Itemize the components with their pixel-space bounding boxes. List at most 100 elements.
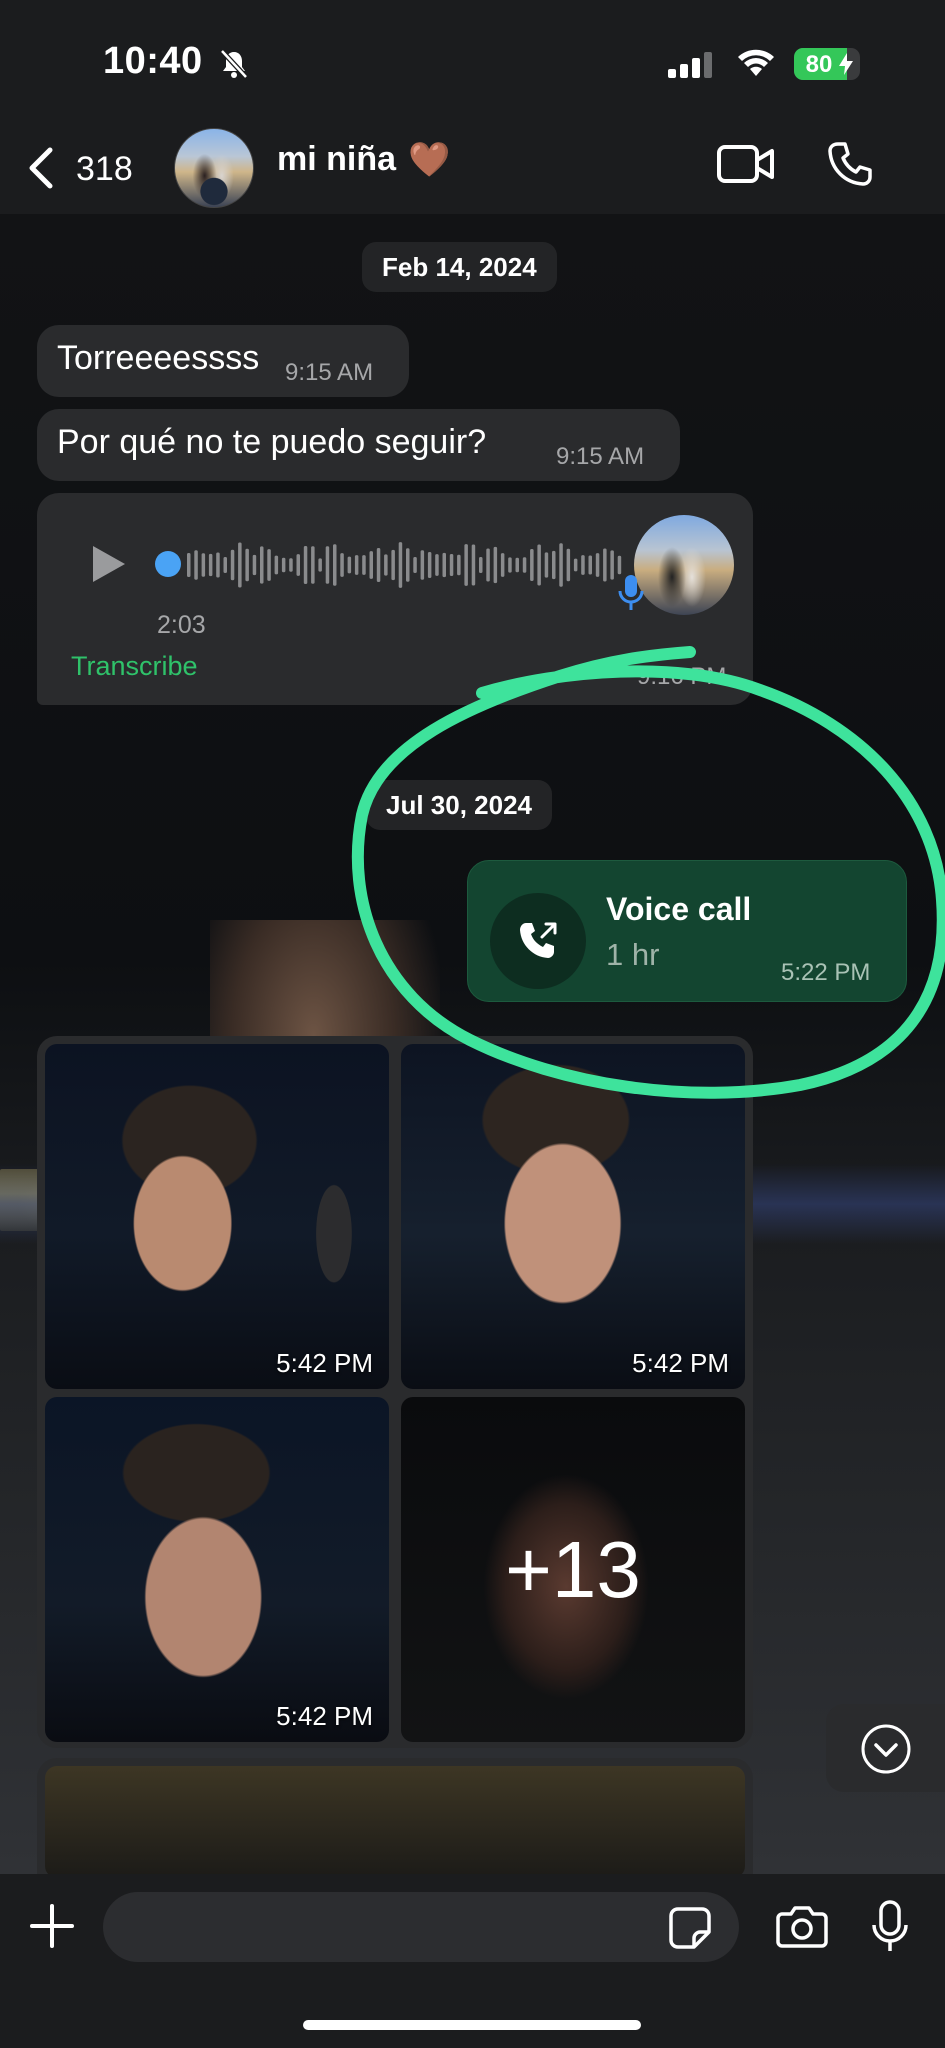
playback-scrubber[interactable] bbox=[155, 551, 181, 577]
waveform-bar bbox=[267, 549, 271, 581]
unread-count: 318 bbox=[76, 150, 133, 188]
voice-message-bubble[interactable]: 2:03 Transcribe 9:16 PM bbox=[37, 493, 753, 705]
waveform-bar bbox=[573, 558, 578, 572]
message-bubble[interactable]: Por qué no te puedo seguir? 9:15 AM bbox=[37, 409, 680, 481]
play-button[interactable] bbox=[89, 543, 129, 590]
chevron-down-circle-icon bbox=[860, 1723, 912, 1780]
battery-percent: 80 bbox=[805, 51, 833, 78]
photo-thumbnail[interactable]: 5:42 PM bbox=[45, 1397, 389, 1742]
voice-duration: 2:03 bbox=[157, 611, 206, 639]
voice-call-bubble[interactable]: Voice call 1 hr 5:22 PM bbox=[467, 860, 907, 1002]
contact-name[interactable]: mi niña bbox=[277, 140, 396, 179]
waveform-bar bbox=[187, 553, 191, 577]
waveform-bar bbox=[238, 542, 242, 588]
battery-charging-icon bbox=[839, 53, 853, 80]
message-input-bar bbox=[0, 1874, 945, 2048]
audio-waveform[interactable] bbox=[187, 533, 627, 597]
attach-button[interactable] bbox=[28, 1902, 76, 1955]
photo-time: 5:42 PM bbox=[632, 1348, 729, 1378]
status-bar: 10:40 80 bbox=[0, 0, 945, 118]
waveform-bar bbox=[245, 548, 249, 582]
waveform-bar bbox=[354, 555, 359, 575]
waveform-bar bbox=[530, 549, 534, 581]
video-camera-icon bbox=[717, 145, 774, 183]
microphone-icon bbox=[617, 573, 645, 618]
waveform-bar bbox=[508, 557, 512, 573]
waveform-bar bbox=[391, 549, 395, 581]
waveform-bar bbox=[537, 544, 541, 586]
transcribe-button[interactable]: Transcribe bbox=[71, 651, 198, 682]
message-time: 9:15 AM bbox=[556, 443, 645, 470]
bell-slash-icon bbox=[218, 48, 250, 85]
waveform-bar bbox=[442, 552, 446, 578]
waveform-bar bbox=[369, 551, 373, 579]
photo-thumbnail[interactable]: 5:42 PM bbox=[45, 1044, 389, 1389]
voice-record-button[interactable] bbox=[870, 1900, 910, 1959]
voice-call-button[interactable] bbox=[826, 140, 874, 193]
waveform-bar bbox=[500, 553, 505, 577]
scroll-to-bottom-button[interactable] bbox=[826, 1704, 945, 1792]
waveform-bar bbox=[435, 554, 439, 576]
wifi-icon bbox=[736, 48, 776, 83]
home-indicator[interactable] bbox=[303, 2020, 641, 2030]
waveform-bar bbox=[208, 553, 213, 577]
waveform-bar bbox=[384, 554, 388, 576]
waveform-bar bbox=[610, 550, 614, 580]
waveform-bar bbox=[420, 550, 425, 580]
waveform-bar bbox=[406, 548, 410, 582]
waveform-bar bbox=[486, 548, 490, 582]
plus-icon bbox=[30, 1904, 74, 1948]
message-time: 9:15 AM bbox=[285, 359, 374, 386]
waveform-bar bbox=[413, 557, 417, 573]
waveform-bar bbox=[333, 544, 337, 586]
message-time: 5:22 PM bbox=[781, 959, 871, 986]
waveform-bar bbox=[515, 557, 519, 573]
camera-button[interactable] bbox=[776, 1904, 828, 1953]
more-photos-thumbnail[interactable]: +13 bbox=[401, 1397, 745, 1742]
waveform-bar bbox=[449, 554, 454, 576]
voice-sender-avatar bbox=[634, 515, 734, 615]
photo-thumbnail[interactable] bbox=[45, 1766, 745, 1878]
message-text: Torreeeessss bbox=[57, 339, 260, 377]
photo-thumbnail[interactable]: 5:42 PM bbox=[401, 1044, 745, 1389]
waveform-bar bbox=[252, 554, 257, 576]
waveform-bar bbox=[544, 552, 549, 578]
cellular-signal-icon bbox=[668, 52, 716, 83]
waveform-bar bbox=[603, 548, 607, 582]
waveform-bar bbox=[471, 544, 476, 586]
contact-avatar[interactable] bbox=[174, 128, 254, 208]
call-title: Voice call bbox=[606, 891, 752, 927]
message-input[interactable] bbox=[103, 1892, 739, 1962]
waveform-bar bbox=[479, 556, 483, 574]
outgoing-call-icon bbox=[516, 919, 560, 968]
waveform-bar bbox=[595, 553, 600, 577]
waveform-bar bbox=[289, 558, 293, 572]
waveform-bar bbox=[427, 551, 432, 579]
photo-time: 5:42 PM bbox=[276, 1701, 373, 1731]
sticker-button[interactable] bbox=[668, 1906, 712, 1955]
video-call-button[interactable] bbox=[716, 142, 776, 191]
waveform-bar bbox=[296, 554, 300, 576]
waveform-bar bbox=[552, 550, 556, 580]
waveform-bar bbox=[325, 546, 330, 584]
waveform-bar bbox=[376, 547, 381, 583]
waveform-bar bbox=[230, 549, 235, 581]
message-bubble[interactable]: Torreeeessss 9:15 AM bbox=[37, 325, 409, 397]
waveform-bar bbox=[216, 552, 220, 578]
photo-album-bubble[interactable]: 5:42 PM 5:42 PM 5:42 PM +13 bbox=[37, 1036, 753, 1748]
photo-bubble[interactable] bbox=[37, 1758, 753, 1878]
waveform-bar bbox=[194, 550, 198, 580]
waveform-bar bbox=[398, 542, 403, 588]
waveform-bar bbox=[464, 544, 468, 586]
camera-icon bbox=[776, 1906, 828, 1948]
call-duration: 1 hr bbox=[606, 937, 660, 972]
sticker-icon bbox=[669, 1907, 711, 1949]
back-button[interactable]: 318 bbox=[22, 144, 142, 194]
waveform-bar bbox=[318, 558, 322, 572]
waveform-bar bbox=[559, 543, 563, 587]
waveform-bar bbox=[617, 555, 622, 575]
more-photos-count: +13 bbox=[505, 1524, 641, 1614]
waveform-bar bbox=[260, 546, 264, 584]
call-icon-circle bbox=[490, 893, 586, 989]
waveform-bar bbox=[457, 554, 461, 576]
